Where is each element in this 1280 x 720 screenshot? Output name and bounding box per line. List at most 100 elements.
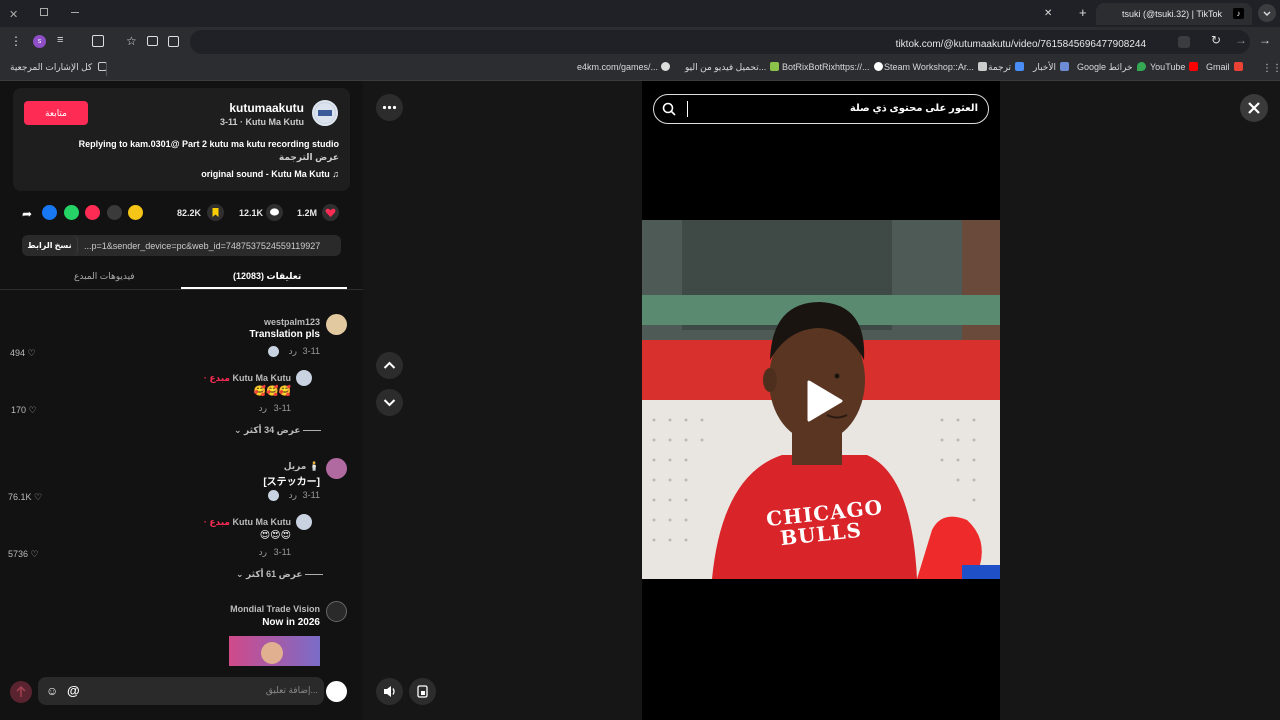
tab-search-button[interactable]	[1258, 4, 1276, 22]
comment-button[interactable]	[266, 204, 283, 221]
comment-date: 3-11	[302, 346, 320, 356]
back-arrow-icon[interactable]: →	[1259, 33, 1271, 47]
bookmark-e4km[interactable]: e4km.com/games/...	[577, 62, 658, 72]
creator-badge: · مبدع	[203, 517, 230, 527]
bookmarks-bar: كل الإشارات المرجعية e4km.com/games/... …	[0, 57, 1280, 81]
reply-like-count[interactable]: 5736 ♡	[8, 549, 39, 560]
reload-icon[interactable]: ↻	[1211, 33, 1221, 47]
mention-icon[interactable]: @	[67, 683, 80, 698]
menu-dots-icon[interactable]: ⋮	[10, 35, 22, 47]
bookmark-maps[interactable]: Google خرائط	[1077, 62, 1146, 73]
saves-count: 82.2K	[177, 208, 202, 218]
new-tab-icon[interactable]: +	[1079, 5, 1087, 20]
comment-avatar[interactable]	[326, 458, 347, 479]
post-comment-button[interactable]	[10, 681, 32, 703]
address-bar[interactable]: ☆ tiktok.com/@kutumaakutu/video/76158456…	[126, 30, 1250, 54]
comment-like-count[interactable]: 76.1K ♡	[8, 492, 42, 503]
video-stage: العثور على محتوى ذي صلة CHICAGO BULLS	[363, 81, 1280, 720]
chevron-down-icon	[1263, 11, 1271, 16]
reply-reply-button[interactable]: رد	[259, 547, 267, 558]
apps-grid-icon[interactable]: ⋮⋮	[1262, 63, 1280, 74]
search-icon	[662, 102, 676, 116]
close-viewer-button[interactable]	[1240, 94, 1268, 122]
whatsapp-icon[interactable]	[64, 205, 79, 220]
forward-arrow-icon[interactable]: →	[1235, 33, 1247, 47]
view-more-replies[interactable]: ⌄ عرض 61 أكثر ——	[236, 569, 323, 580]
comment-avatar[interactable]	[326, 314, 347, 335]
comment-username[interactable]: مريل 🕯️	[284, 461, 320, 472]
tab-close-icon[interactable]: ✕	[1044, 8, 1052, 19]
cast-icon[interactable]	[168, 36, 179, 47]
creator-username[interactable]: kutumaakutu	[229, 101, 304, 115]
reply-username[interactable]: · مبدع Kutu Ma Kutu	[204, 517, 291, 528]
install-app-icon[interactable]	[147, 36, 158, 46]
video-frame[interactable]: CHICAGO BULLS	[642, 220, 1000, 579]
reply-username[interactable]: · مبدع Kutu Ma Kutu	[204, 373, 291, 384]
mini-player-button[interactable]	[409, 678, 436, 705]
reply-button[interactable]: رد	[289, 346, 297, 357]
bookmark-youtube[interactable]: YouTube	[1150, 62, 1199, 72]
comment-input[interactable]: ☺ @ إضافة تعليق...	[38, 677, 324, 705]
post-info-card: متابعة kutumaakutu 3-11 · Kutu Ma Kutu R…	[13, 88, 350, 191]
comment-image-sticker[interactable]	[229, 636, 320, 666]
comment-avatar[interactable]	[326, 601, 347, 622]
more-options-button[interactable]	[376, 94, 403, 121]
browser-tab[interactable]: ✕ tsuki (@tsuki.32) | TikTok ♪	[1044, 3, 1252, 25]
site-settings-icon[interactable]	[1178, 36, 1190, 48]
url-text: tiktok.com/@kutumaakutu/video/7615845696…	[895, 39, 1146, 50]
creator-avatar[interactable]	[312, 100, 338, 126]
bookmark-news[interactable]: الأخبار	[1033, 62, 1070, 73]
next-video-button[interactable]	[376, 389, 403, 416]
facebook-icon[interactable]	[42, 205, 57, 220]
share-arrow-icon[interactable]: ➦	[22, 207, 32, 221]
view-more-replies[interactable]: ⌄ عرض 34 أكثر ——	[234, 425, 321, 436]
mini-player-icon	[417, 685, 428, 698]
bookmark-gmail[interactable]: Gmail	[1206, 62, 1243, 72]
more-dots-icon	[382, 105, 397, 110]
bookmark-youtube-downloader[interactable]: تحميل فيديو من اليو...	[685, 62, 780, 73]
bookmark-translate[interactable]: ترجمة	[988, 62, 1025, 73]
previous-video-button[interactable]	[376, 352, 403, 379]
comment-like-count[interactable]: 494 ♡	[10, 348, 36, 359]
reply-reply-button[interactable]: رد	[259, 403, 267, 414]
profile-avatar[interactable]: s	[33, 35, 46, 48]
see-translation-link[interactable]: عرض الترجمة	[279, 152, 339, 163]
video-link-box: نسخ الرابط ...p=1&sender_device=pc&web_i…	[22, 235, 341, 256]
repost-icon[interactable]	[85, 205, 100, 220]
friends-share-icon[interactable]	[128, 205, 143, 220]
reply-avatar[interactable]	[296, 514, 312, 530]
comment-username[interactable]: westpalm123	[264, 317, 320, 327]
avatar-image	[315, 103, 335, 123]
window-minimize-icon[interactable]	[71, 12, 79, 13]
tab-creator-videos[interactable]: فيديوهات المبدع	[74, 271, 135, 282]
bookmark-star-icon[interactable]: ☆	[126, 34, 137, 48]
window-close-icon[interactable]: ✕	[9, 8, 18, 21]
video-player[interactable]: العثور على محتوى ذي صلة CHICAGO BULLS	[642, 81, 1000, 720]
bookmark-botrix[interactable]: BotRixBotRixhttps://...	[782, 62, 883, 72]
comment-username[interactable]: Mondial Trade Vision	[230, 604, 320, 614]
reply-avatar[interactable]	[296, 370, 312, 386]
gmail-icon	[1233, 62, 1243, 71]
reply-like-count[interactable]: 170 ♡	[11, 405, 37, 416]
like-button[interactable]	[322, 204, 339, 221]
related-search-input[interactable]: العثور على محتوى ذي صلة	[653, 94, 989, 124]
volume-button[interactable]	[376, 678, 403, 705]
sound-link[interactable]: original sound - Kutu Ma Kutu ♫	[201, 169, 339, 179]
play-icon	[807, 380, 843, 422]
all-bookmarks-link[interactable]: كل الإشارات المرجعية	[10, 62, 107, 73]
extensions-icon[interactable]	[92, 35, 104, 47]
tab-comments[interactable]: تعليقات (12083)	[233, 271, 301, 282]
follow-button[interactable]: متابعة	[24, 101, 88, 125]
embed-icon[interactable]	[107, 205, 122, 220]
copy-link-button[interactable]: نسخ الرابط	[22, 235, 78, 256]
bookmark-steam-workshop[interactable]: Steam Workshop::Ar...	[884, 62, 987, 72]
reply-button[interactable]: رد	[289, 490, 297, 501]
reading-list-icon[interactable]: ≡	[57, 34, 63, 46]
maps-icon	[1136, 62, 1146, 71]
play-button[interactable]	[805, 380, 843, 422]
emoji-icon[interactable]: ☺	[46, 684, 58, 698]
reply-text: 😍😍😍	[259, 530, 291, 541]
video-link-text[interactable]: ...p=1&sender_device=pc&web_id=748753752…	[84, 241, 320, 251]
window-restore-icon[interactable]	[40, 8, 48, 16]
save-button[interactable]	[207, 204, 224, 221]
